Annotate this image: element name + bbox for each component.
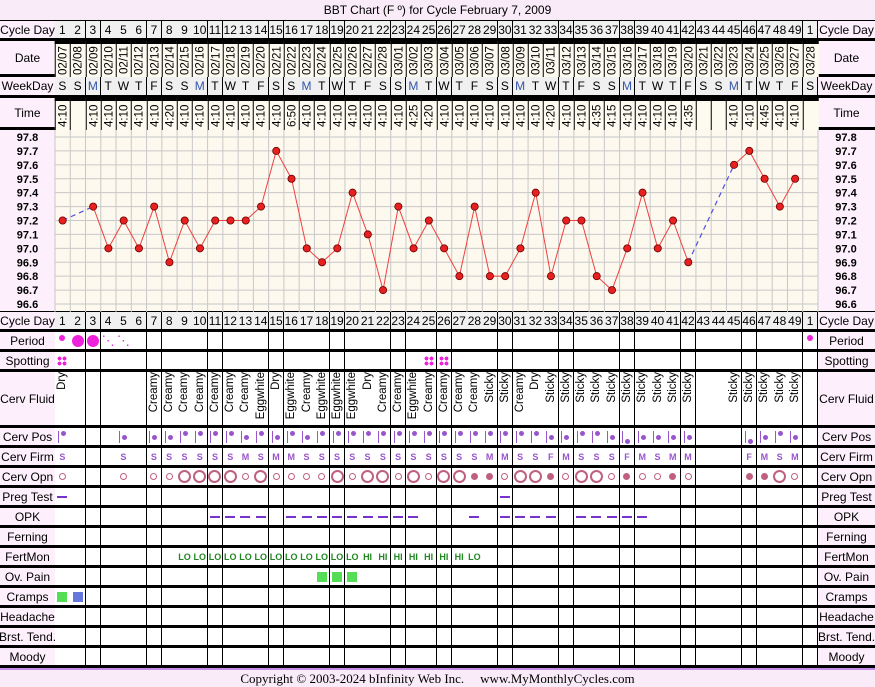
y-tick-label: 97.2 xyxy=(835,216,856,228)
y-tick-label: 96.7 xyxy=(835,285,856,297)
y-tick-label: 96.7 xyxy=(17,285,38,297)
y-tick-label: 97.1 xyxy=(835,229,856,241)
temp-point[interactable] xyxy=(272,146,281,155)
y-tick-label: 96.9 xyxy=(835,257,856,269)
y-tick-label: 97.0 xyxy=(835,243,856,255)
y-tick-label: 96.6 xyxy=(17,299,38,311)
temp-point[interactable] xyxy=(775,202,784,211)
y-tick-label: 97.6 xyxy=(17,160,38,172)
temp-point[interactable] xyxy=(485,272,494,281)
temp-point[interactable] xyxy=(440,244,449,253)
y-tick-label: 97.4 xyxy=(17,188,39,200)
temp-point[interactable] xyxy=(760,174,769,183)
temp-point[interactable] xyxy=(257,202,266,211)
site-link[interactable]: www.MyMonthlyCycles.com xyxy=(480,671,634,686)
temp-point[interactable] xyxy=(653,244,662,253)
y-tick-label: 97.7 xyxy=(17,146,38,158)
y-tick-label: 96.8 xyxy=(835,271,856,283)
temp-point[interactable] xyxy=(287,174,296,183)
copyright-text: Copyright © 2003-2024 bInfinity Web Inc. xyxy=(240,671,465,686)
y-tick-label: 97.8 xyxy=(835,132,856,144)
footer: Copyright © 2003-2024 bInfinity Web Inc.… xyxy=(0,668,875,687)
temp-point[interactable] xyxy=(348,188,357,197)
temp-point[interactable] xyxy=(150,202,159,211)
temp-point[interactable] xyxy=(501,272,510,281)
y-tick-label: 97.5 xyxy=(835,174,856,186)
temp-point[interactable] xyxy=(180,216,189,225)
y-tick-label: 97.0 xyxy=(17,243,38,255)
temp-point[interactable] xyxy=(318,258,327,267)
y-tick-label: 96.8 xyxy=(17,271,38,283)
y-tick-label: 97.5 xyxy=(17,174,38,186)
temp-point[interactable] xyxy=(409,244,418,253)
y-tick-label: 96.6 xyxy=(835,299,856,311)
temp-point[interactable] xyxy=(379,286,388,295)
temp-point[interactable] xyxy=(531,188,540,197)
y-tick-label: 97.2 xyxy=(17,216,38,228)
temp-point[interactable] xyxy=(455,272,464,281)
temp-point[interactable] xyxy=(165,258,174,267)
temp-point[interactable] xyxy=(745,146,754,155)
temp-point[interactable] xyxy=(546,272,555,281)
temp-point[interactable] xyxy=(226,216,235,225)
temp-point[interactable] xyxy=(638,188,647,197)
temp-point[interactable] xyxy=(669,216,678,225)
temp-point[interactable] xyxy=(730,160,739,169)
temp-point[interactable] xyxy=(58,216,67,225)
y-tick-label: 97.8 xyxy=(17,132,38,144)
temp-point[interactable] xyxy=(241,216,250,225)
gap-line-segment xyxy=(62,206,94,222)
temp-point[interactable] xyxy=(363,230,372,239)
temp-point[interactable] xyxy=(424,216,433,225)
y-tick-label: 97.4 xyxy=(835,188,857,200)
temp-point[interactable] xyxy=(333,244,342,253)
y-tick-label: 97.7 xyxy=(835,146,856,158)
temp-point[interactable] xyxy=(470,202,479,211)
temp-point[interactable] xyxy=(607,286,616,295)
temp-point[interactable] xyxy=(684,258,693,267)
temp-point[interactable] xyxy=(623,244,632,253)
temp-point[interactable] xyxy=(516,244,525,253)
temp-point[interactable] xyxy=(791,174,800,183)
y-tick-label: 97.6 xyxy=(835,160,856,172)
temp-point[interactable] xyxy=(577,216,586,225)
temp-point[interactable] xyxy=(211,216,220,225)
temp-point[interactable] xyxy=(119,216,128,225)
temp-point[interactable] xyxy=(134,244,143,253)
temp-point[interactable] xyxy=(302,244,311,253)
temp-point[interactable] xyxy=(104,244,113,253)
temp-point[interactable] xyxy=(562,216,571,225)
y-tick-label: 97.1 xyxy=(17,229,38,241)
temp-point[interactable] xyxy=(195,244,204,253)
temp-point[interactable] xyxy=(394,202,403,211)
temp-point[interactable] xyxy=(89,202,98,211)
temperature-chart: 97.8 97.8 97.7 97.7 97.6 97.6 97.5 97.5 97.4 97.4… xyxy=(17,130,858,312)
temp-point[interactable] xyxy=(592,272,601,281)
y-tick-label: 97.3 xyxy=(17,202,38,214)
y-tick-label: 97.3 xyxy=(835,202,856,214)
y-tick-label: 96.9 xyxy=(17,257,38,269)
